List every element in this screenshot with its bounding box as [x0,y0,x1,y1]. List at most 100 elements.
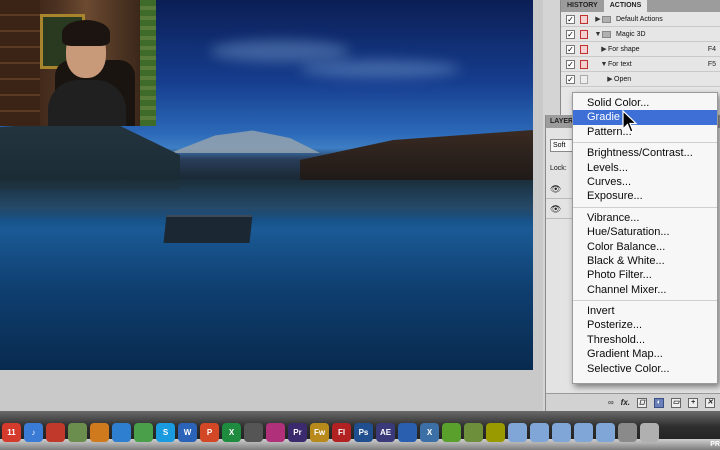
plant [140,0,156,126]
dialog-toggle-icon[interactable] [580,29,588,39]
action-step-row[interactable]: ✓ ▶ Open [561,72,720,87]
quicktime-icon[interactable] [398,422,417,442]
link-layers-icon[interactable]: ∞ [608,398,614,407]
folder-5-icon[interactable] [596,422,615,442]
menu-item[interactable]: Invert [573,304,717,318]
menu-item[interactable]: Photo Filter... [573,268,717,282]
itunes-icon[interactable]: ♪ [24,422,43,442]
action-label: Open [614,75,632,83]
minecraft-icon[interactable] [464,422,483,442]
motion-icon[interactable] [266,422,285,442]
safari-icon[interactable] [112,422,131,442]
tab-actions[interactable]: ACTIONS [603,0,648,12]
new-group-icon[interactable]: ▭ [671,397,681,408]
menu-item[interactable]: Posterize... [573,318,717,332]
new-layer-icon[interactable]: + [688,397,698,408]
menu-separator [573,206,717,208]
expand-triangle-icon[interactable]: ▶ [600,45,608,53]
dialog-toggle-icon[interactable] [580,74,588,84]
powerpoint-icon[interactable]: P [200,422,219,442]
excel-icon[interactable]: X [222,422,241,442]
evernote-icon[interactable] [442,422,461,442]
collapse-triangle-icon[interactable]: ▼ [594,31,602,38]
dialog-toggle-icon[interactable] [580,44,588,54]
skype-icon[interactable]: S [156,422,175,442]
person-body [48,80,126,126]
tab-history[interactable]: HISTORY [561,0,604,12]
toggle-check-icon[interactable]: ✓ [566,44,575,54]
iphoto-icon[interactable] [68,422,87,442]
menu-item[interactable]: Hue/Saturation... [573,225,717,239]
calendar-icon[interactable]: 11 [2,422,21,442]
action-row[interactable]: ✓ ▼ For text F5 [561,57,720,72]
toggle-check-icon[interactable]: ✓ [566,29,575,39]
toggle-check-icon[interactable]: ✓ [566,74,575,84]
action-set-row[interactable]: ✓ ▼ Magic 3D [561,27,720,42]
action-shortcut: F4 [707,45,716,53]
premiere-icon[interactable]: Pr [288,422,307,442]
menu-item[interactable]: Gradie [573,110,717,125]
menu-item[interactable]: Gradient Map... [573,347,717,361]
menu-item[interactable]: Exposure... [573,189,717,203]
folder-3-icon[interactable] [552,422,571,442]
collapse-triangle-icon[interactable]: ▼ [600,61,608,68]
flash-icon[interactable]: Fl [332,422,351,442]
fireworks-icon[interactable]: Fw [310,422,329,442]
menu-item[interactable]: Channel Mixer... [573,283,717,297]
blend-mode-select[interactable]: Soft [550,139,574,152]
menu-item[interactable]: Vibrance... [573,211,717,225]
expand-triangle-icon[interactable]: ▶ [606,75,614,83]
dock-icons: 11 ♪ S W P X Pr Fw Fl Ps AE X [0,421,720,443]
menu-item[interactable]: Black & White... [573,254,717,268]
folder-4-icon[interactable] [574,422,593,442]
photoshop-window: HISTORY ACTIONS ✓ ▶ Default Actions ✓ ▼ … [0,0,720,450]
lock-label: Lock: [550,165,567,172]
layer-mask-icon[interactable]: ◻ [637,397,647,408]
menu-item[interactable]: Brightness/Contrast... [573,146,717,160]
trash-icon[interactable]: ✕ [705,397,715,408]
after-effects-icon[interactable]: AE [376,422,395,442]
menu-item[interactable]: Threshold... [573,333,717,347]
layer-style-button[interactable]: fx. [621,398,630,407]
menu-item[interactable]: Selective Color... [573,362,717,376]
dialog-toggle-icon[interactable] [580,14,588,24]
autumn-hill [300,130,533,180]
dialog-toggle-icon[interactable] [580,59,588,69]
snowy-mountain [170,130,320,153]
folder-2-icon[interactable] [530,422,549,442]
person-hair [62,20,110,46]
x11-icon[interactable]: X [420,422,439,442]
mac-dock: 11 ♪ S W P X Pr Fw Fl Ps AE X PR [0,411,720,450]
photoshop-icon[interactable]: Ps [354,422,373,442]
utility-icon[interactable] [486,422,505,442]
menu-item[interactable]: Pattern... [573,125,717,139]
canvas-pasteboard-right [533,0,543,411]
eye-icon[interactable]: 👁 [550,204,561,215]
word-icon[interactable]: W [178,422,197,442]
trash-icon[interactable] [640,422,659,442]
action-set-row[interactable]: ✓ ▶ Default Actions [561,12,720,27]
chrome-icon[interactable] [134,422,153,442]
menu-item[interactable]: Levels... [573,161,717,175]
menu-separator [573,142,717,144]
garageband-icon[interactable] [90,422,109,442]
folder-1-icon[interactable] [508,422,527,442]
menu-item[interactable]: Curves... [573,175,717,189]
action-label: For text [608,60,632,68]
folder-icon [602,15,611,23]
action-row[interactable]: ✓ ▶ For shape F4 [561,42,720,57]
screen-capture-icon[interactable] [618,422,637,442]
adjustment-layer-icon[interactable]: ◐ [654,397,664,408]
toggle-check-icon[interactable]: ✓ [566,14,575,24]
final-cut-icon[interactable] [244,422,263,442]
eye-icon[interactable]: 👁 [550,184,561,195]
cloud [300,60,460,78]
menu-item[interactable]: Solid Color... [573,96,717,110]
expand-triangle-icon[interactable]: ▶ [594,15,602,23]
photo-booth-icon[interactable] [46,422,65,442]
folder-icon [602,30,611,38]
webcam-overlay [0,0,156,126]
layers-toolbar: ∞ fx. ◻ ◐ ▭ + ✕ [546,393,720,411]
menu-item[interactable]: Color Balance... [573,240,717,254]
toggle-check-icon[interactable]: ✓ [566,59,575,69]
